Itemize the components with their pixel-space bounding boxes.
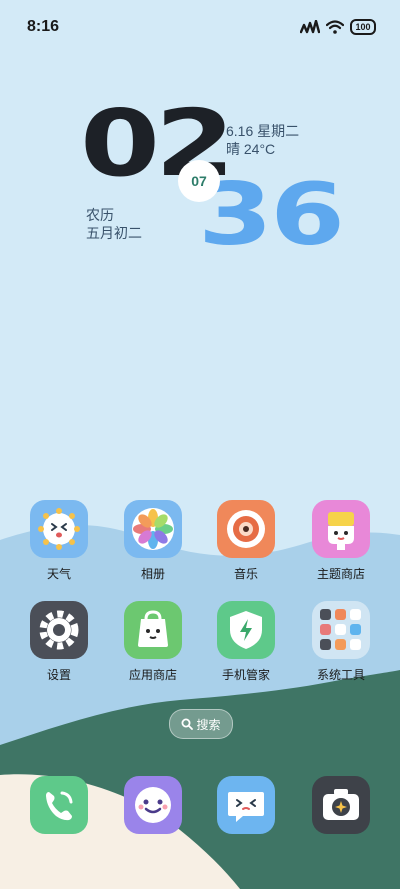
app-label-phone-manager: 手机管家 — [221, 668, 270, 682]
app-store-icon — [124, 601, 182, 659]
phone-icon — [30, 776, 88, 834]
search-icon — [181, 718, 194, 730]
app-system-tools-folder[interactable]: 系统工具 — [296, 601, 386, 683]
weather-icon — [30, 500, 88, 558]
lunar-date: 农历 五月初二 — [86, 206, 142, 242]
theme-store-icon — [312, 500, 370, 558]
clock-seconds: 07 — [178, 160, 220, 202]
music-icon — [217, 500, 275, 558]
lunar-line-1: 农历 — [86, 207, 114, 223]
search-button[interactable]: 搜索 — [169, 709, 233, 739]
gallery-icon — [124, 500, 182, 558]
messages-icon — [217, 776, 275, 834]
dock-camera[interactable] — [296, 776, 386, 834]
search-label: 搜索 — [196, 717, 221, 732]
app-label-weather: 天气 — [46, 567, 71, 581]
camera-icon — [312, 776, 370, 834]
date-weather[interactable]: 6.16 星期二 晴 24°C — [226, 122, 299, 158]
weather-line: 晴 24°C — [226, 141, 276, 157]
app-label-gallery: 相册 — [140, 567, 165, 581]
status-time: 8:16 — [27, 18, 60, 35]
system-tools-folder-icon — [312, 601, 370, 659]
phone-manager-icon — [217, 601, 275, 659]
lunar-line-2: 五月初二 — [86, 225, 142, 241]
signal-icon — [300, 20, 320, 34]
app-gallery[interactable]: 相册 — [108, 500, 198, 582]
app-theme-store[interactable]: 主题商店 — [296, 500, 386, 582]
app-music[interactable]: 音乐 — [201, 500, 291, 582]
date-line: 6.16 星期二 — [226, 123, 300, 139]
app-weather[interactable]: 天气 — [14, 500, 104, 582]
dock-messages[interactable] — [201, 776, 291, 834]
app-phone-manager[interactable]: 手机管家 — [201, 601, 291, 683]
app-label-app-store: 应用商店 — [128, 668, 177, 682]
app-app-store[interactable]: 应用商店 — [108, 601, 198, 683]
clock-minutes[interactable]: 36 — [198, 172, 345, 258]
app-label-system-tools: 系统工具 — [316, 668, 365, 682]
dock-phone[interactable] — [14, 776, 104, 834]
app-label-settings: 设置 — [46, 668, 71, 682]
status-icons: 100 — [300, 19, 376, 35]
browser-icon — [124, 776, 182, 834]
app-label-music: 音乐 — [233, 567, 258, 581]
app-label-theme-store: 主题商店 — [316, 567, 365, 581]
dock-browser[interactable] — [108, 776, 198, 834]
battery-indicator: 100 — [350, 19, 376, 35]
settings-icon — [30, 601, 88, 659]
app-settings[interactable]: 设置 — [14, 601, 104, 683]
status-bar: 8:16 100 — [0, 0, 400, 56]
wifi-icon — [326, 20, 344, 34]
